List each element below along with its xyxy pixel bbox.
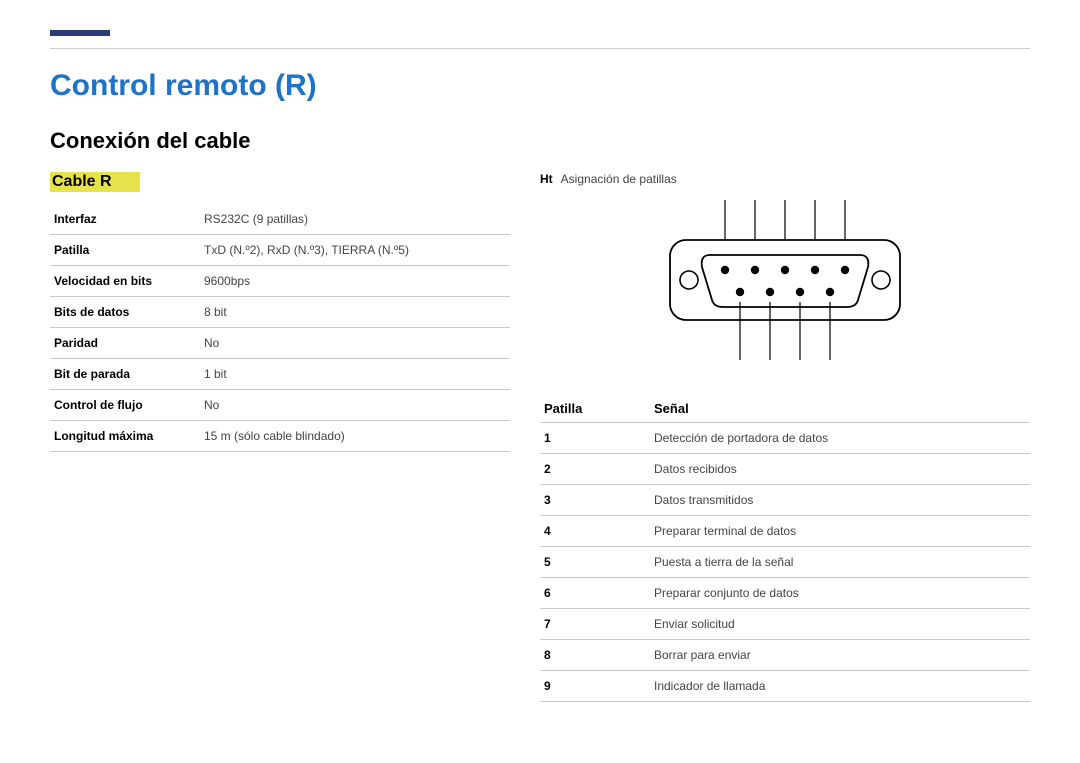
- header-accent-bar: [50, 30, 110, 36]
- pin-table: 1 Detección de portadora de datos 2 Dato…: [540, 423, 1030, 702]
- cable-subheading: Cable R: [50, 172, 140, 192]
- pin-signal: Preparar terminal de datos: [650, 516, 1030, 547]
- pin-signal: Indicador de llamada: [650, 671, 1030, 702]
- bullet-icon: Ht: [540, 172, 553, 186]
- spec-value: No: [200, 328, 510, 359]
- content-columns: Cable R Interfaz RS232C (9 patillas) Pat…: [50, 172, 1030, 702]
- pin-header-col2: Señal: [654, 401, 689, 416]
- column-right: Ht Asignación de patillas: [540, 172, 1030, 702]
- spec-label: Control de flujo: [50, 390, 200, 421]
- table-row: Longitud máxima 15 m (sólo cable blindad…: [50, 421, 510, 452]
- spec-value: 15 m (sólo cable blindado): [200, 421, 510, 452]
- section-heading: Conexión del cable: [50, 128, 1030, 154]
- pin-number: 1: [540, 423, 650, 454]
- table-row: 9 Indicador de llamada: [540, 671, 1030, 702]
- pin-signal: Borrar para enviar: [650, 640, 1030, 671]
- header-divider: [50, 48, 1030, 49]
- table-row: 4 Preparar terminal de datos: [540, 516, 1030, 547]
- spec-label: Bit de parada: [50, 359, 200, 390]
- table-row: 5 Puesta a tierra de la señal: [540, 547, 1030, 578]
- table-row: Velocidad en bits 9600bps: [50, 266, 510, 297]
- spec-label: Longitud máxima: [50, 421, 200, 452]
- spec-label: Velocidad en bits: [50, 266, 200, 297]
- spec-value: 8 bit: [200, 297, 510, 328]
- pin-number: 9: [540, 671, 650, 702]
- connector-diagram: [655, 200, 915, 365]
- spec-value: No: [200, 390, 510, 421]
- pin-number: 3: [540, 485, 650, 516]
- table-row: 3 Datos transmitidos: [540, 485, 1030, 516]
- spec-label: Patilla: [50, 235, 200, 266]
- table-row: Paridad No: [50, 328, 510, 359]
- spec-label: Paridad: [50, 328, 200, 359]
- pin-assignment-label: Ht Asignación de patillas: [540, 172, 1030, 186]
- pin-signal: Detección de portadora de datos: [650, 423, 1030, 454]
- pin-signal: Preparar conjunto de datos: [650, 578, 1030, 609]
- db9-connector-icon: [655, 200, 915, 360]
- spec-value: 9600bps: [200, 266, 510, 297]
- pin-signal: Puesta a tierra de la señal: [650, 547, 1030, 578]
- spec-label: Bits de datos: [50, 297, 200, 328]
- pin-number: 6: [540, 578, 650, 609]
- pin-number: 7: [540, 609, 650, 640]
- table-row: 1 Detección de portadora de datos: [540, 423, 1030, 454]
- table-row: Bit de parada 1 bit: [50, 359, 510, 390]
- pin-signal: Datos recibidos: [650, 454, 1030, 485]
- table-row: Control de flujo No: [50, 390, 510, 421]
- column-left: Cable R Interfaz RS232C (9 patillas) Pat…: [50, 172, 510, 702]
- table-row: 6 Preparar conjunto de datos: [540, 578, 1030, 609]
- pin-header-col1: Patilla: [544, 401, 654, 416]
- page-title: Control remoto (R): [50, 69, 1030, 103]
- spec-table: Interfaz RS232C (9 patillas) Patilla TxD…: [50, 204, 510, 452]
- table-row: Interfaz RS232C (9 patillas): [50, 204, 510, 235]
- spec-value: TxD (N.º2), RxD (N.º3), TIERRA (N.º5): [200, 235, 510, 266]
- pin-signal: Enviar solicitud: [650, 609, 1030, 640]
- spec-value: RS232C (9 patillas): [200, 204, 510, 235]
- pin-signal: Datos transmitidos: [650, 485, 1030, 516]
- pin-number: 4: [540, 516, 650, 547]
- spec-label: Interfaz: [50, 204, 200, 235]
- pin-number: 8: [540, 640, 650, 671]
- pin-number: 5: [540, 547, 650, 578]
- pin-number: 2: [540, 454, 650, 485]
- pin-assignment-text: Asignación de patillas: [561, 172, 677, 186]
- document-page: Control remoto (R) Conexión del cable Ca…: [0, 0, 1080, 742]
- table-row: Patilla TxD (N.º2), RxD (N.º3), TIERRA (…: [50, 235, 510, 266]
- pin-table-header: Patilla Señal: [540, 395, 1030, 423]
- spec-value: 1 bit: [200, 359, 510, 390]
- table-row: 8 Borrar para enviar: [540, 640, 1030, 671]
- table-row: Bits de datos 8 bit: [50, 297, 510, 328]
- table-row: 7 Enviar solicitud: [540, 609, 1030, 640]
- table-row: 2 Datos recibidos: [540, 454, 1030, 485]
